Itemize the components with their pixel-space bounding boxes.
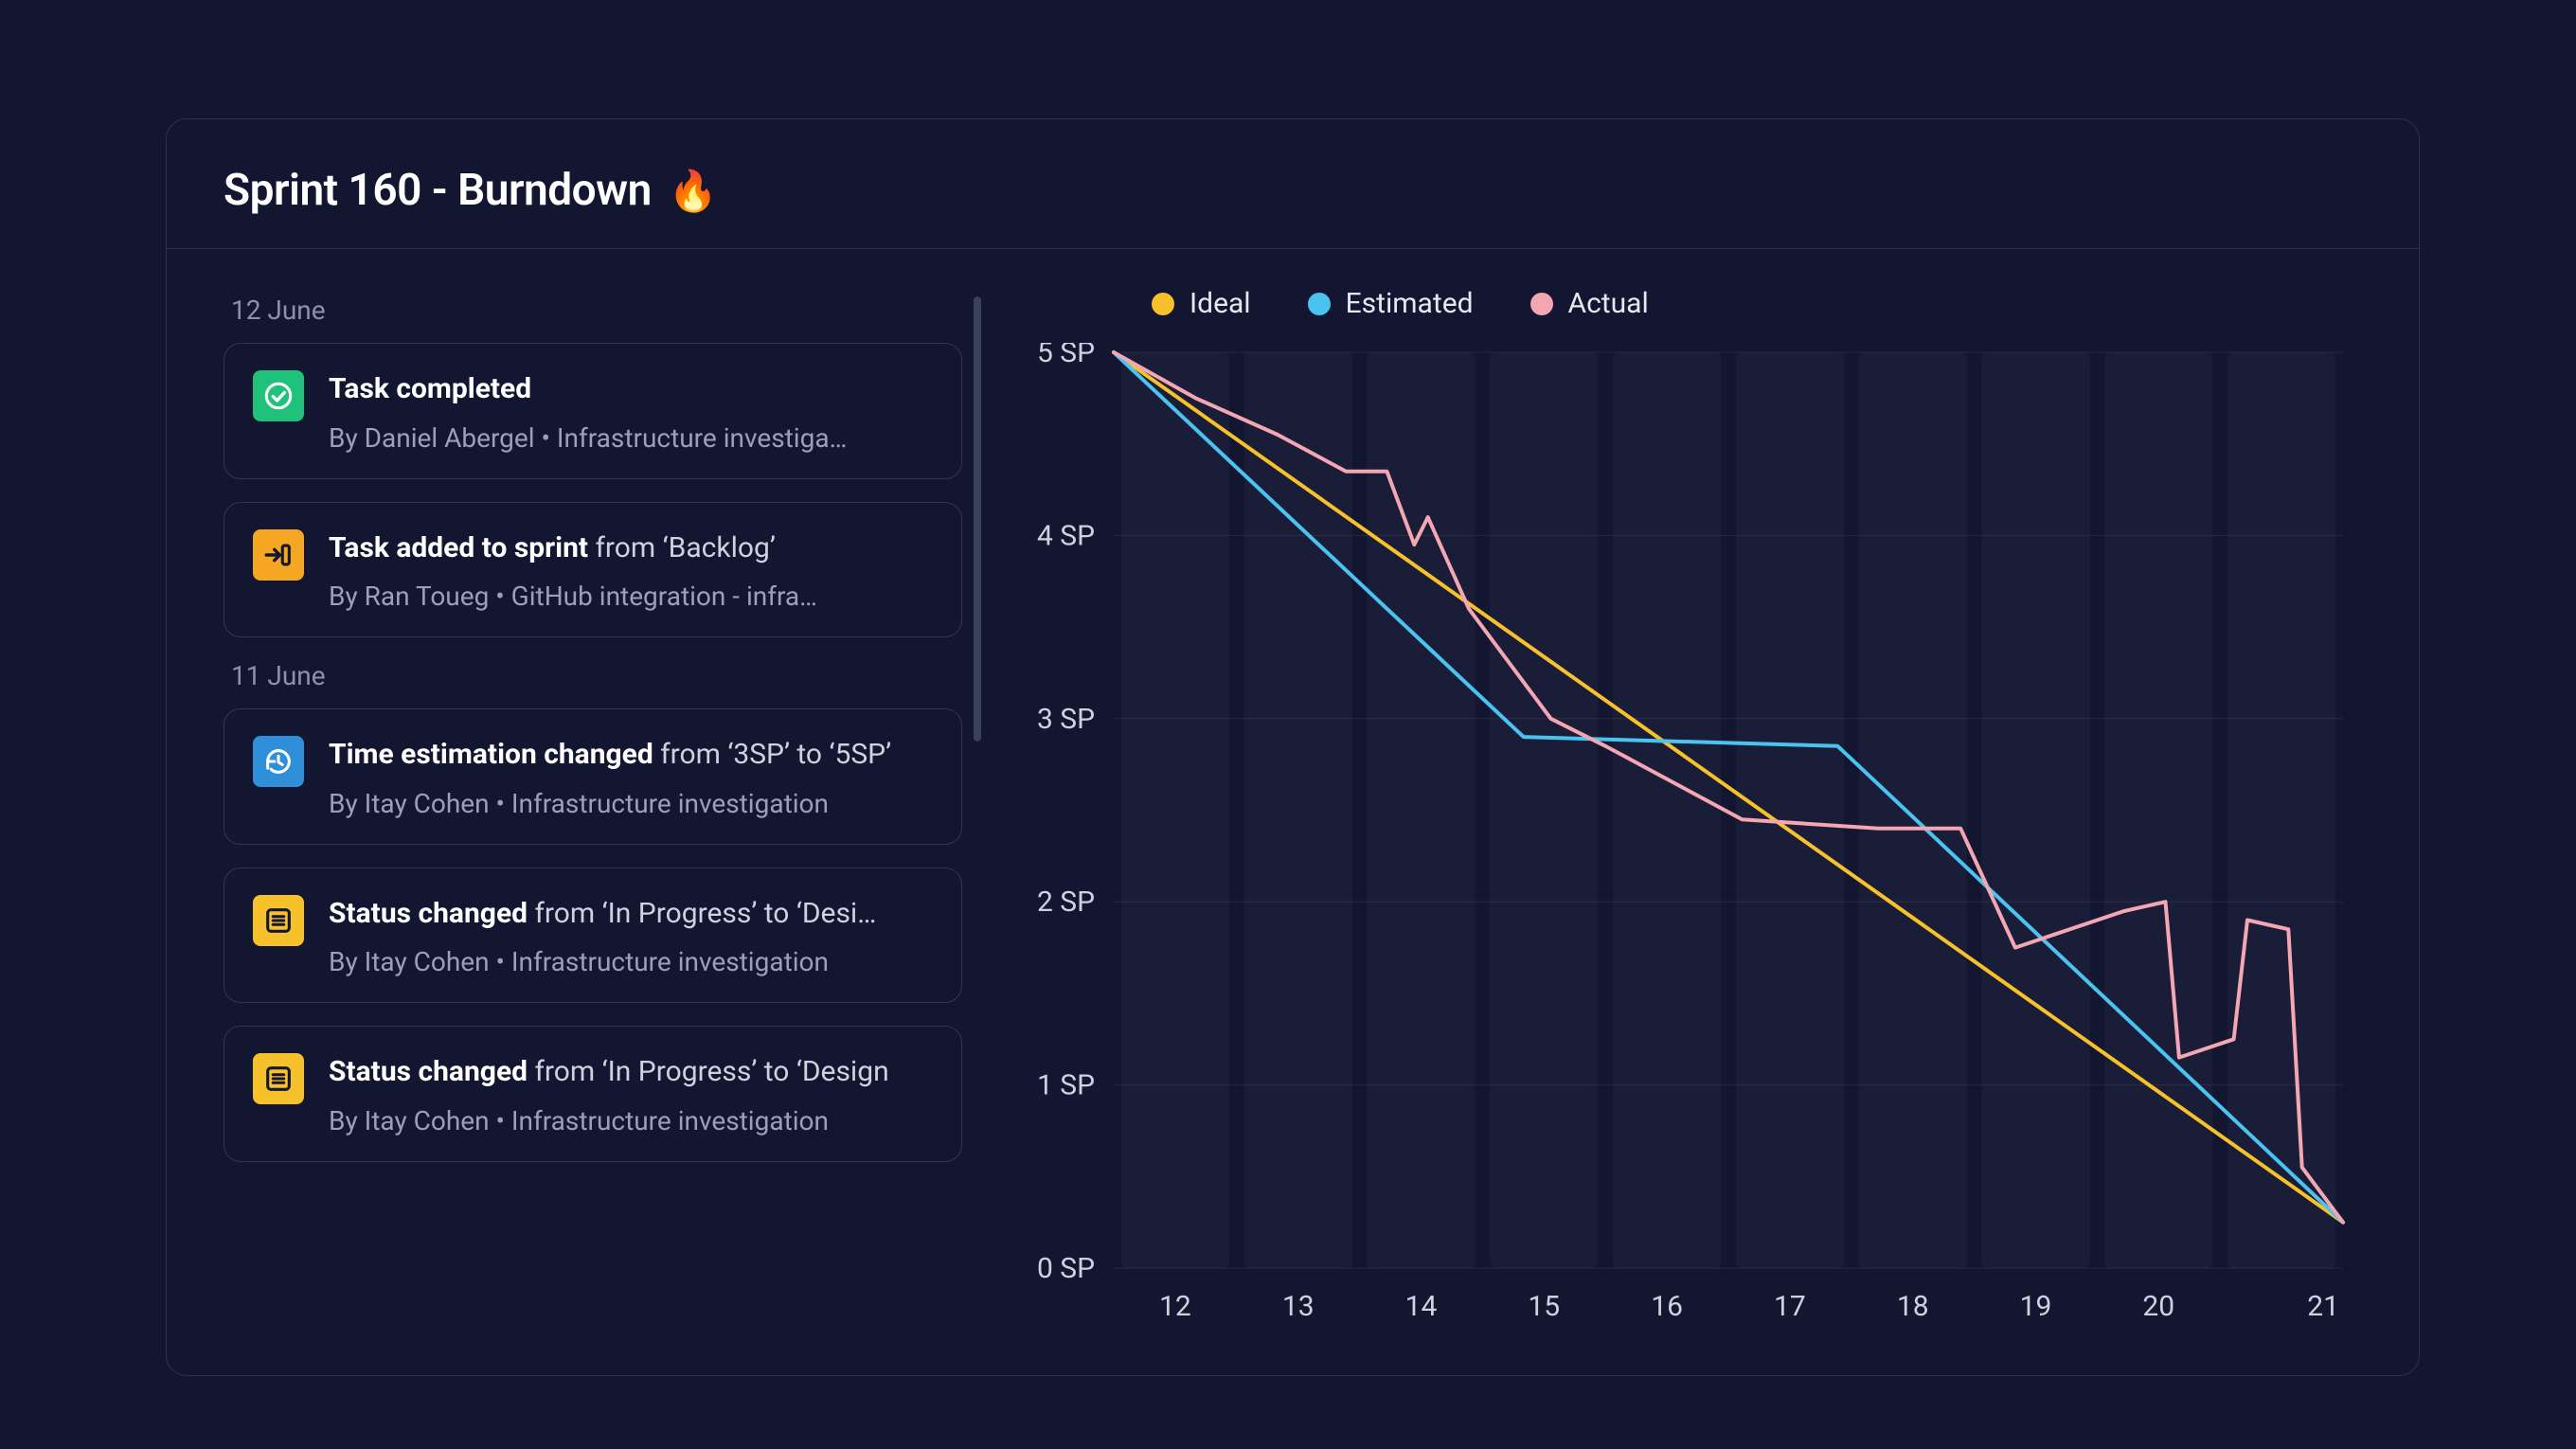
activity-byline: By Itay Cohen • Infrastructure investiga… — [329, 788, 933, 819]
legend-label-estimated: Estimated — [1346, 287, 1474, 320]
chart-area: Ideal Estimated Actual 0 SP 1 SP 2 SP 3 SP 4… — [1000, 287, 2362, 1344]
activity-byline: By Itay Cohen • Infrastructure investiga… — [329, 1105, 933, 1136]
activity-card[interactable]: Task added to sprint from ‘Backlog’ By Ra… — [224, 502, 962, 638]
x-tick-label: 21 — [2307, 1290, 2339, 1323]
legend-dot-estimated — [1308, 293, 1331, 315]
activity-title: Status changed from ‘In Progress’ to ‘De… — [329, 895, 933, 934]
x-tick-label: 17 — [1774, 1290, 1806, 1323]
x-tick-label: 16 — [1651, 1290, 1683, 1323]
y-tick-label: 5 SP — [1037, 343, 1095, 369]
activity-card[interactable]: Task completed By Daniel Abergel • Infras… — [224, 343, 962, 479]
move-in-icon — [253, 529, 304, 581]
activity-title: Task added to sprint from ‘Backlog’ — [329, 529, 933, 568]
legend-item-ideal: Ideal — [1152, 287, 1251, 320]
activity-title: Time estimation changed from ‘3SP’ to ‘5… — [329, 736, 933, 775]
legend-label-actual: Actual — [1568, 287, 1649, 320]
x-tick-label: 13 — [1282, 1290, 1315, 1323]
activity-card[interactable]: Status changed from ‘In Progress’ to ‘De… — [224, 1026, 962, 1162]
legend-label-ideal: Ideal — [1190, 287, 1251, 320]
activity-card[interactable]: Status changed from ‘In Progress’ to ‘De… — [224, 868, 962, 1004]
activity-title: Task completed — [329, 370, 933, 409]
x-tick-label: 19 — [2020, 1290, 2052, 1323]
feed-date-label: 12 June — [231, 295, 962, 326]
scrollbar[interactable] — [974, 296, 981, 742]
fire-icon: 🔥 — [669, 172, 718, 212]
x-tick-label: 20 — [2142, 1290, 2174, 1323]
activity-feed: 12 June Task completed By Daniel Abergel •… — [224, 287, 962, 1344]
panel-header: Sprint 160 - Burndown 🔥 — [167, 119, 2419, 249]
activity-byline: By Ran Toueg • GitHub integration - infr… — [329, 581, 933, 612]
x-tick-label: 12 — [1159, 1290, 1191, 1323]
y-tick-label: 2 SP — [1037, 886, 1095, 919]
panel-title: Sprint 160 - Burndown — [224, 165, 652, 216]
activity-card[interactable]: Time estimation changed from ‘3SP’ to ‘5… — [224, 708, 962, 845]
y-tick-label: 0 SP — [1037, 1252, 1095, 1285]
x-tick-label: 15 — [1528, 1290, 1560, 1323]
y-tick-label: 1 SP — [1037, 1069, 1095, 1102]
activity-byline: By Itay Cohen • Infrastructure investiga… — [329, 946, 933, 977]
legend-dot-ideal — [1152, 293, 1174, 315]
y-tick-label: 3 SP — [1037, 703, 1095, 736]
y-tick-label: 4 SP — [1037, 519, 1095, 552]
activity-byline: By Daniel Abergel • Infrastructure inves… — [329, 422, 933, 454]
feed-date-label: 11 June — [231, 660, 962, 691]
x-tick-label: 14 — [1405, 1290, 1438, 1323]
burndown-chart: 0 SP 1 SP 2 SP 3 SP 4 SP 5 SP 12 13 14 15 16 17 18 19… — [1000, 343, 2362, 1344]
list-icon — [253, 895, 304, 946]
legend-dot-actual — [1530, 293, 1553, 315]
history-icon — [253, 736, 304, 787]
x-tick-label: 18 — [1897, 1290, 1929, 1323]
chart-legend: Ideal Estimated Actual — [1152, 287, 2362, 320]
legend-item-actual: Actual — [1530, 287, 1649, 320]
activity-title: Status changed from ‘In Progress’ to ‘De… — [329, 1053, 933, 1092]
check-circle-icon — [253, 370, 304, 421]
burndown-panel: Sprint 160 - Burndown 🔥 12 June Task comp… — [166, 118, 2420, 1376]
legend-item-estimated: Estimated — [1308, 287, 1474, 320]
list-icon — [253, 1053, 304, 1104]
